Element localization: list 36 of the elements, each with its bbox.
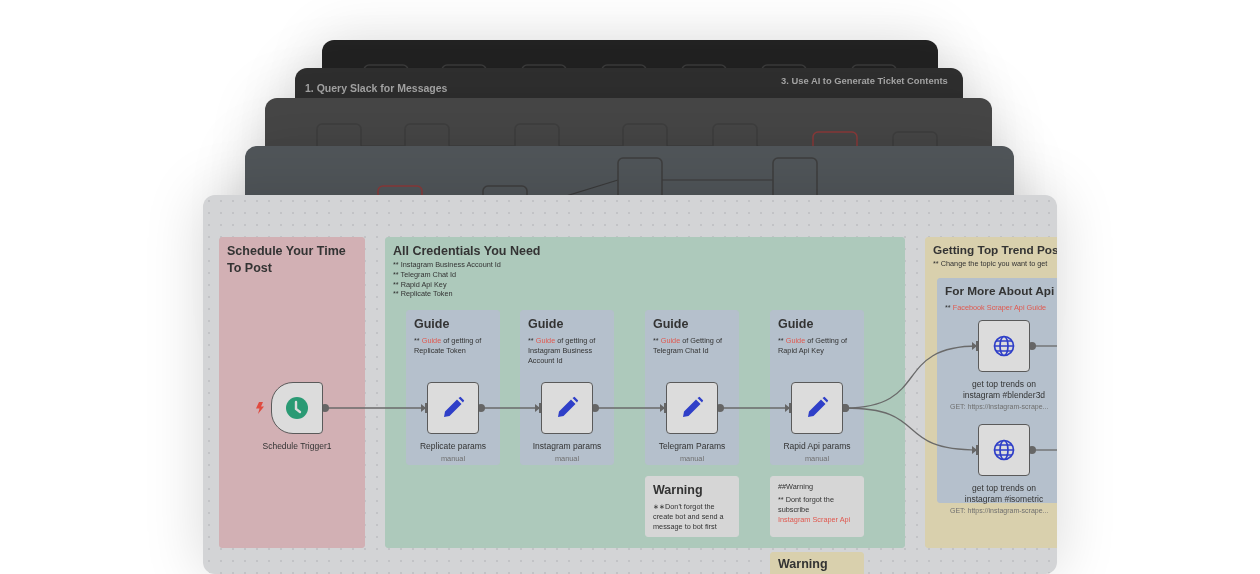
node-label: Schedule Trigger1 [261,441,333,453]
pencil-icon [805,396,829,420]
node-label: Rapid Api params [782,441,852,453]
note-title: For More About Api [945,284,1056,300]
note-title: Guide [778,316,815,333]
connection-line [1028,446,1057,454]
globe-icon [993,439,1015,461]
workflow-node[interactable] [978,320,1030,372]
note-title: Guide [653,316,690,333]
note-title: 1. Query Slack for Messages [305,81,448,96]
workflow-node[interactable] [666,382,718,434]
clock-icon [286,397,308,419]
note-title: Guide [414,316,451,333]
node-label: Telegram Params [657,441,727,453]
note-title: Guide [528,316,565,333]
pencil-icon [441,396,465,420]
trigger-node[interactable] [271,382,323,434]
node-label: Instagram params [531,441,603,453]
workflow-node[interactable] [427,382,479,434]
note-title: 3. Use AI to Generate Ticket Contents [781,74,948,88]
note-title: Warning [653,482,704,499]
pencil-icon [555,396,579,420]
note-title: Schedule Your Time To Post [227,243,347,277]
note-title: Warning [778,558,829,572]
node-label: get top trends on instagram #isometric [963,483,1045,506]
workflow-node[interactable] [791,382,843,434]
workflow-node[interactable] [978,424,1030,476]
node-label: Replicate params [418,441,488,453]
note-title: All Credentials You Need [393,243,542,260]
pencil-icon [680,396,704,420]
workflow-node[interactable] [541,382,593,434]
connection-line [477,403,542,413]
globe-icon [993,335,1015,357]
connection-line [1028,342,1057,350]
node-label: get top trends on instagram #blender3d [961,379,1047,402]
lightning-icon [256,402,264,414]
